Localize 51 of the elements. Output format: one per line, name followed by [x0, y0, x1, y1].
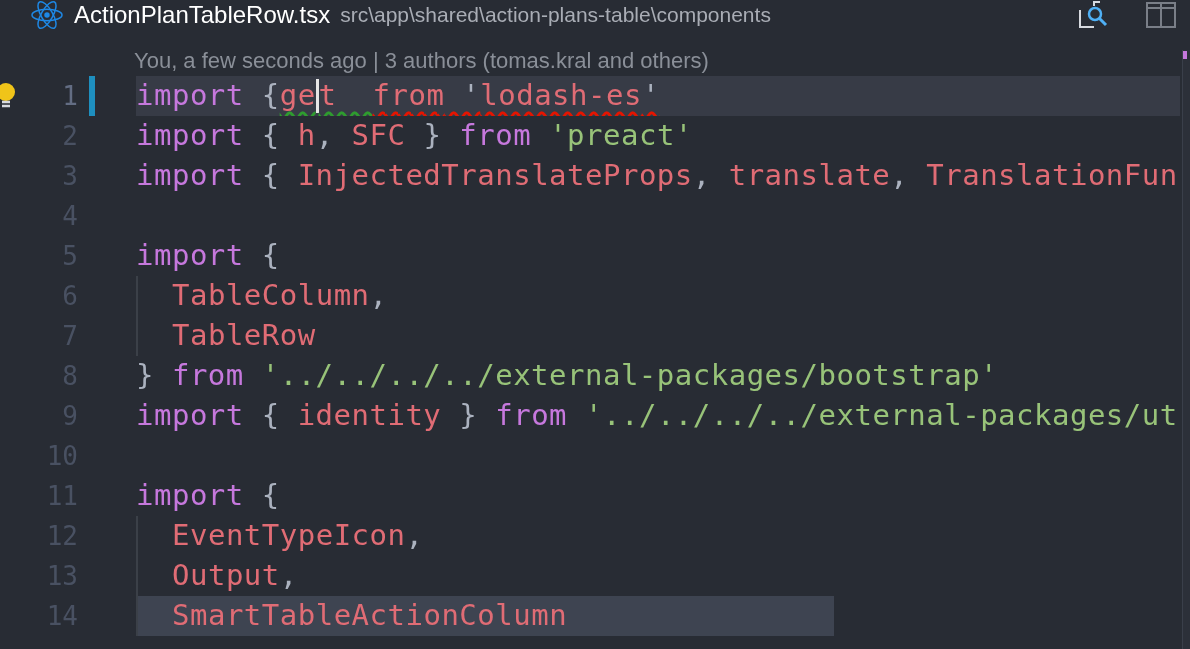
- code-token: from: [372, 77, 445, 115]
- file-name[interactable]: ActionPlanTableRow.tsx: [74, 0, 331, 33]
- code-token: }: [422, 117, 443, 155]
- code-token: import: [136, 397, 244, 435]
- code-token: from: [495, 397, 568, 435]
- react-logo-icon: [30, 0, 64, 30]
- code-token: {: [260, 477, 280, 515]
- code-token: identity: [297, 397, 442, 435]
- code-token: h: [297, 117, 316, 155]
- code-token: from: [459, 117, 532, 155]
- code-token: InjectedTranslateProps: [297, 157, 693, 195]
- code-token: EventTypeIcon: [172, 517, 406, 555]
- code-token: from: [171, 357, 244, 395]
- split-editor-icon[interactable]: [1146, 2, 1176, 28]
- code-token: 'preact': [548, 117, 693, 155]
- code-token: t: [318, 77, 338, 115]
- code-token: ,: [405, 517, 424, 555]
- code-token: import: [136, 477, 244, 515]
- code-token: ': [641, 77, 660, 115]
- file-path: src\app\shared\action-plans-table\components: [340, 2, 771, 29]
- code-token: {: [260, 237, 280, 275]
- code-token: lodash-es: [480, 77, 642, 115]
- code-token: ge: [279, 77, 316, 115]
- code-token: }: [458, 397, 479, 435]
- code-token: import: [136, 77, 244, 115]
- code-token: {: [260, 157, 281, 195]
- code-token: TranslationFun: [926, 157, 1178, 195]
- code-token: SmartTableActionColumn: [172, 597, 568, 635]
- code-token: '../../../../external-packages/bootstrap': [260, 357, 999, 395]
- code-token: '../../../../external-packages/ut: [584, 397, 1178, 435]
- code-token: }: [136, 357, 155, 395]
- code-token: {: [260, 397, 281, 435]
- code-token: ': [461, 77, 481, 115]
- git-blame-annotation[interactable]: You, a few seconds ago | 3 authors (tomas.kral and others): [134, 43, 709, 77]
- code-token: {: [260, 117, 281, 155]
- code-token: ,: [315, 117, 335, 155]
- code-token: Output: [172, 557, 280, 595]
- code-token: ,: [369, 277, 388, 315]
- line-number: 1: [61, 79, 78, 113]
- code-token: ,: [279, 557, 298, 595]
- code-token: {: [260, 77, 280, 115]
- search-icon[interactable]: [1078, 0, 1110, 30]
- code-token: import: [136, 157, 244, 195]
- code-token: ,: [692, 157, 712, 195]
- code-token: TableColumn: [172, 277, 370, 315]
- code-token: import: [136, 117, 244, 155]
- code-token: import: [136, 237, 244, 275]
- code-token: TableRow: [172, 317, 316, 355]
- code-token: ,: [890, 157, 910, 195]
- code-token: translate: [728, 157, 891, 195]
- code-token: SFC: [351, 117, 406, 155]
